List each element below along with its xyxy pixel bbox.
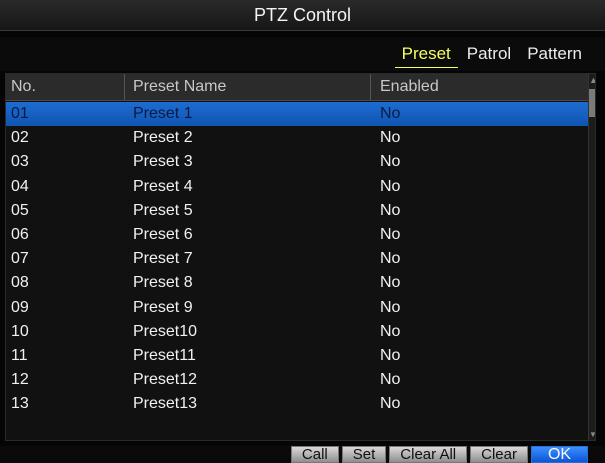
table-row[interactable]: 08 Preset 8 No [6, 271, 591, 295]
table-row[interactable]: 09 Preset 9 No [6, 296, 591, 320]
cell-no: 02 [11, 129, 29, 147]
table-header: No. Preset Name Enabled [6, 74, 591, 101]
table-body: 01 Preset 1 No 02 Preset 2 No 03 Preset … [6, 102, 591, 416]
cell-enabled: No [380, 177, 401, 195]
column-header-preset-name: Preset Name [125, 74, 371, 100]
table-row[interactable]: 11 Preset11 No [6, 344, 591, 368]
cell-no: 11 [11, 346, 28, 364]
cell-no: 05 [11, 201, 29, 219]
cell-preset-name: Preset 3 [133, 153, 193, 171]
table-row[interactable]: 05 Preset 5 No [6, 199, 591, 223]
action-button-bar: Call Set Clear All Clear OK [0, 446, 605, 463]
tab-patrol[interactable]: Patrol [460, 41, 518, 67]
tab-preset[interactable]: Preset [394, 41, 458, 68]
window-title-bar: PTZ Control [0, 0, 605, 31]
cell-preset-name: Preset 8 [133, 274, 193, 292]
cell-enabled: No [380, 226, 401, 244]
table-row[interactable]: 06 Preset 6 No [6, 223, 591, 247]
cell-no: 01 [11, 105, 29, 123]
cell-enabled: No [380, 250, 401, 268]
cell-no: 06 [11, 226, 29, 244]
scroll-down-icon[interactable]: ▼ [589, 430, 595, 440]
cell-no: 04 [11, 177, 29, 195]
set-button[interactable]: Set [341, 446, 387, 463]
ok-button[interactable]: OK [531, 446, 588, 463]
cell-preset-name: Preset11 [133, 346, 196, 364]
cell-enabled: No [380, 298, 401, 316]
cell-enabled: No [380, 371, 401, 389]
tab-pattern[interactable]: Pattern [520, 41, 589, 67]
cell-preset-name: Preset 4 [133, 177, 193, 195]
clear-button[interactable]: Clear [470, 446, 528, 463]
cell-no: 08 [11, 274, 29, 292]
cell-preset-name: Preset 5 [133, 201, 193, 219]
cell-no: 13 [11, 395, 29, 413]
cell-enabled: No [380, 105, 401, 123]
table-row[interactable]: 04 Preset 4 No [6, 175, 591, 199]
cell-no: 12 [11, 371, 29, 389]
cell-enabled: No [380, 395, 401, 413]
cell-preset-name: Preset13 [133, 395, 198, 413]
table-row[interactable]: 13 Preset13 No [6, 392, 591, 416]
cell-preset-name: Preset10 [133, 322, 198, 340]
cell-enabled: No [380, 346, 401, 364]
scroll-thumb[interactable] [589, 89, 595, 117]
cell-enabled: No [380, 201, 401, 219]
cell-preset-name: Preset 6 [133, 226, 193, 244]
preset-table: No. Preset Name Enabled 01 Preset 1 No 0… [5, 73, 596, 441]
tab-bar: Preset Patrol Pattern [0, 37, 605, 71]
call-button[interactable]: Call [290, 446, 339, 463]
cell-preset-name: Preset 9 [133, 298, 193, 316]
cell-preset-name: Preset 1 [133, 105, 193, 123]
column-header-enabled: Enabled [380, 78, 439, 95]
cell-no: 03 [11, 153, 29, 171]
cell-enabled: No [380, 153, 401, 171]
cell-no: 07 [11, 250, 29, 268]
cell-preset-name: Preset 2 [133, 129, 193, 147]
cell-preset-name: Preset 7 [133, 250, 193, 268]
cell-no: 09 [11, 298, 29, 316]
ptz-control-window: PTZ Control Preset Patrol Pattern No. Pr… [0, 0, 605, 463]
table-row[interactable]: 01 Preset 1 No [6, 102, 591, 127]
cell-no: 10 [11, 322, 29, 340]
table-row[interactable]: 07 Preset 7 No [6, 247, 591, 271]
cell-enabled: No [380, 322, 401, 340]
table-row[interactable]: 03 Preset 3 No [6, 150, 591, 174]
column-header-no: No. [6, 74, 125, 100]
table-row[interactable]: 12 Preset12 No [6, 368, 591, 392]
cell-enabled: No [380, 274, 401, 292]
table-row[interactable]: 10 Preset10 No [6, 320, 591, 344]
window-title: PTZ Control [253, 4, 352, 25]
table-scrollbar[interactable]: ▲ ▼ [588, 74, 595, 440]
cell-preset-name: Preset12 [133, 371, 198, 389]
cell-enabled: No [380, 129, 401, 147]
scroll-up-icon[interactable]: ▲ [589, 74, 595, 86]
clear-all-button[interactable]: Clear All [389, 446, 468, 463]
table-row[interactable]: 02 Preset 2 No [6, 126, 591, 150]
